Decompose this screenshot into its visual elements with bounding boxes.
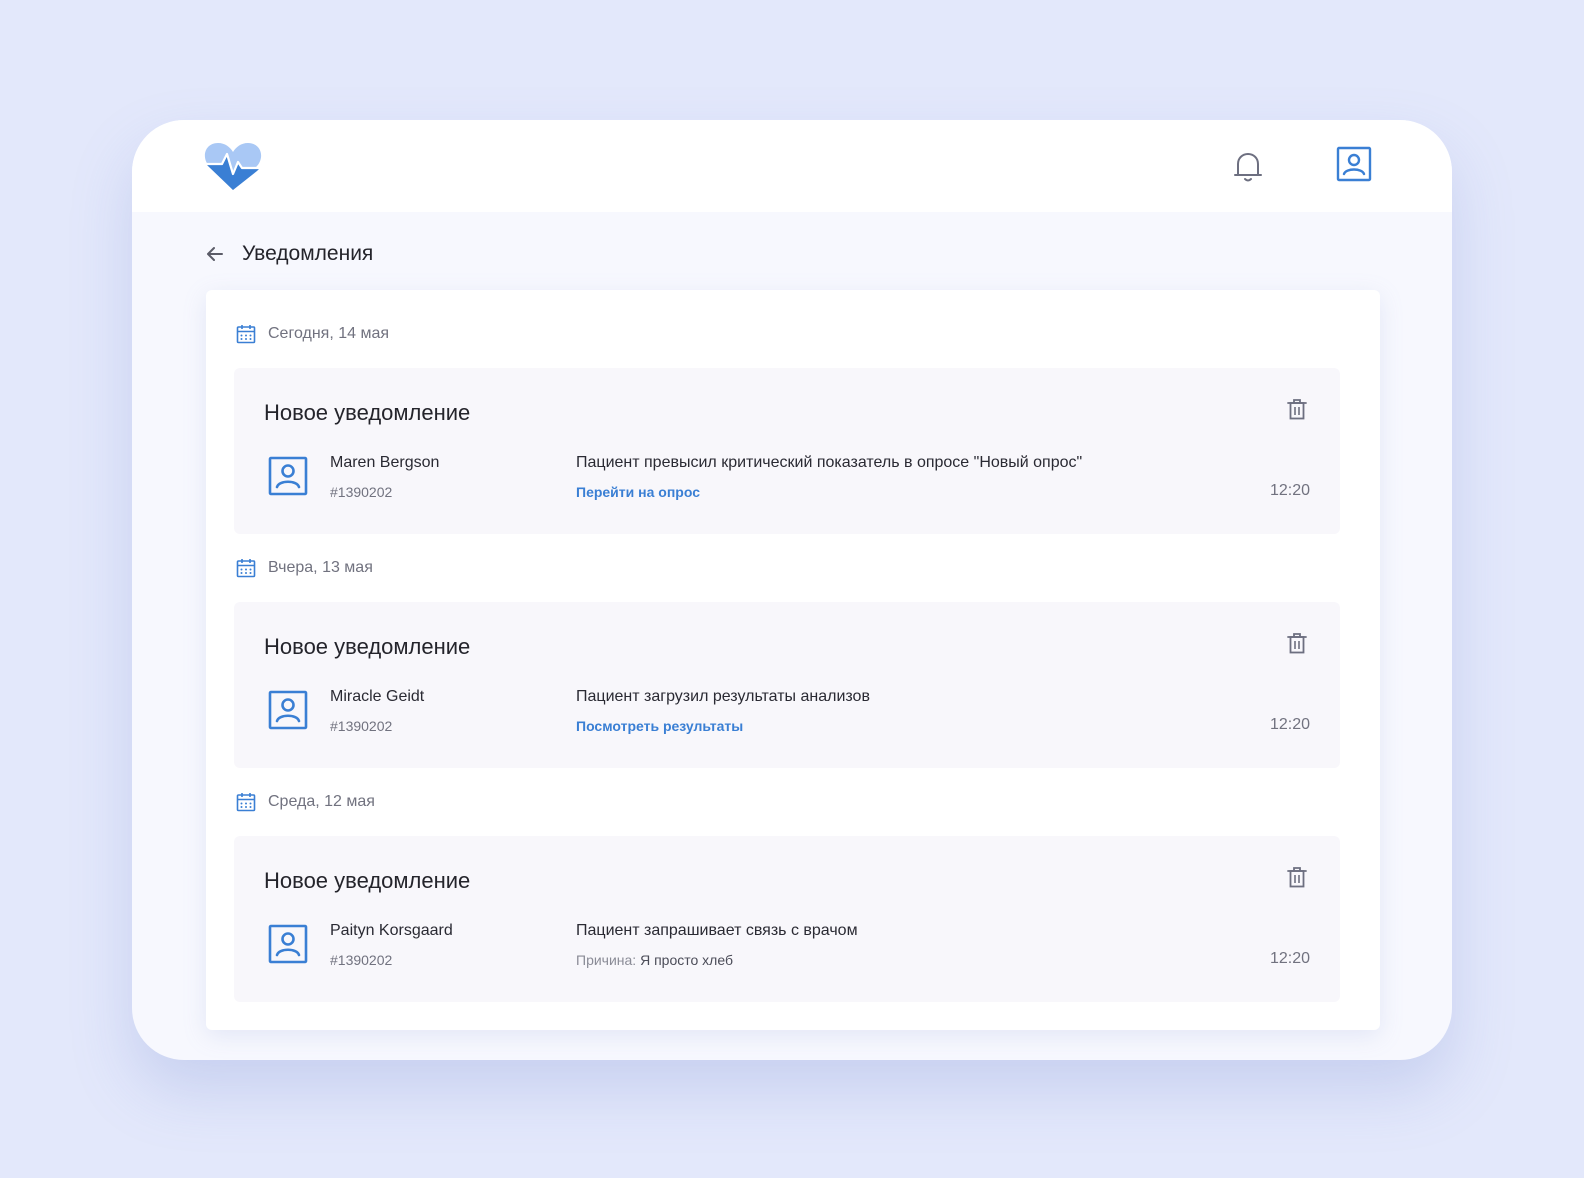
patient-id: #1390202	[330, 718, 393, 734]
patient-name: Paityn Korsgaard	[330, 922, 453, 939]
patient-name: Miracle Geidt	[330, 688, 425, 705]
date-label: Среда, 12 мая	[268, 793, 375, 810]
notification-message: Пациент загрузил результаты анализов	[576, 688, 870, 705]
avatar-icon	[268, 924, 308, 964]
notification-message: Пациент запрашивает связь с врачом	[576, 922, 858, 939]
notification-card[interactable]: Новое уведомление Miracle Geidt #1390202…	[234, 602, 1340, 768]
calendar-icon	[236, 325, 256, 344]
patient-id: #1390202	[330, 484, 393, 500]
patient-id: #1390202	[330, 952, 393, 968]
page-title: Уведомления	[242, 242, 374, 265]
trash-icon[interactable]	[1286, 632, 1308, 654]
patient-name: Maren Bergson	[330, 454, 440, 471]
notifications-panel: Сегодня, 14 мая Новое уведомление Maren …	[206, 290, 1380, 1030]
notification-card[interactable]: Новое уведомление Paityn Korsgaard #1390…	[234, 836, 1340, 1002]
go-to-survey-link[interactable]: Перейти на опрос	[576, 484, 700, 500]
date-header: Среда, 12 мая	[236, 790, 375, 814]
avatar-icon	[268, 456, 308, 496]
reason-label: Причина:	[576, 952, 637, 968]
heart-pulse-logo[interactable]	[204, 140, 262, 192]
notification-title: Новое уведомление	[264, 868, 471, 893]
trash-icon[interactable]	[1286, 398, 1308, 420]
app-window: Уведомления Сегодня, 14 мая Новое уведом…	[132, 120, 1452, 1060]
reason-value: Я просто хлеб	[640, 952, 733, 968]
top-bar	[132, 120, 1452, 212]
calendar-icon	[236, 559, 256, 578]
notification-time: 12:20	[1269, 482, 1310, 499]
notification-time: 12:20	[1269, 716, 1310, 733]
view-results-link[interactable]: Посмотреть результаты	[576, 718, 743, 734]
calendar-icon	[236, 793, 256, 812]
reason-text: Причина: Я просто хлеб	[576, 952, 733, 968]
notification-title: Новое уведомление	[264, 634, 471, 659]
trash-icon[interactable]	[1286, 866, 1308, 888]
date-label: Сегодня, 14 мая	[268, 325, 390, 342]
notification-message: Пациент превысил критический показатель …	[576, 454, 1083, 471]
notification-time: 12:20	[1269, 950, 1310, 967]
avatar-icon	[268, 690, 308, 730]
date-label: Вчера, 13 мая	[268, 559, 373, 576]
arrow-left-icon[interactable]	[204, 243, 226, 265]
date-header: Вчера, 13 мая	[236, 556, 373, 580]
date-header: Сегодня, 14 мая	[236, 322, 389, 346]
bell-icon[interactable]	[1232, 150, 1264, 184]
profile-icon[interactable]	[1336, 146, 1372, 182]
notification-title: Новое уведомление	[264, 400, 471, 425]
notification-card[interactable]: Новое уведомление Maren Bergson #1390202…	[234, 368, 1340, 534]
page-header: Уведомления	[204, 236, 373, 272]
